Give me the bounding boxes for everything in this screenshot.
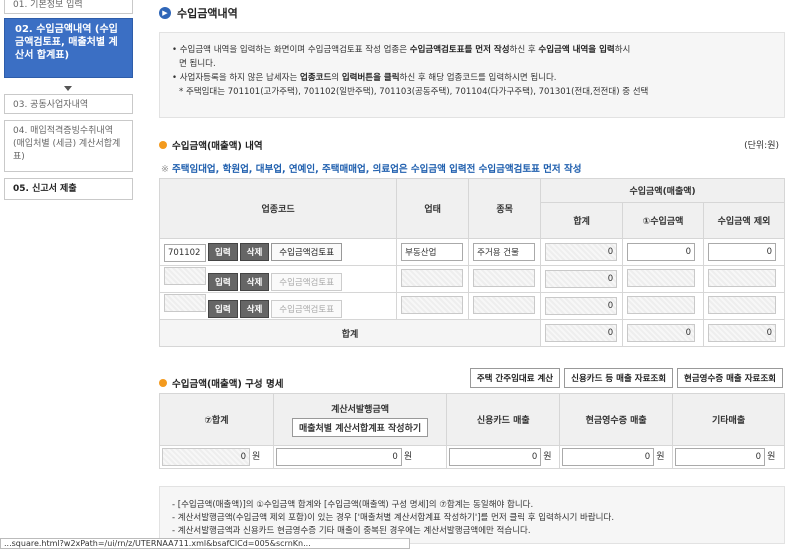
status-bar-url: ...square.html?w2xPath=/ui/rn/z/UTERNAA7… — [0, 538, 410, 549]
card-sales-input[interactable]: 0 — [449, 448, 542, 466]
footer-line-3: - 계산서발행금액과 신용카드 현금영수증 기타 매출이 중복된 경우에는 계산… — [172, 526, 531, 536]
review-table-button: 수입금액검토표 — [271, 273, 343, 291]
delete-button[interactable]: 삭제 — [239, 300, 270, 318]
other-sales-input[interactable]: 0 — [675, 448, 766, 466]
composition-total-field: 0 — [162, 448, 250, 466]
play-icon: ▶ — [159, 7, 171, 19]
input-button[interactable]: 입력 — [208, 242, 238, 261]
col-header-cash: 현금영수증 매출 — [559, 393, 674, 446]
revenue-input — [627, 295, 696, 314]
sidebar-item-basic-info[interactable]: 01. 기본정보 입력 — [4, 0, 133, 14]
col-header-rev1: ①수입금액 — [622, 202, 704, 239]
business-type-field: 부동산업 — [401, 243, 464, 261]
col-header-etc: 기타매출 — [672, 393, 785, 446]
input-button[interactable]: 입력 — [208, 273, 238, 291]
sidebar-item-joint-business[interactable]: 03. 공동사업자내역 — [4, 94, 133, 114]
page-title-text: 수입금액내역 — [177, 7, 238, 20]
revenue-input[interactable]: 0 — [627, 243, 696, 261]
review-table-button[interactable]: 수입금액검토표 — [271, 242, 343, 261]
sum-row: 합계 0 0 0 — [158, 319, 785, 347]
col-header-total7: ⑦합계 — [159, 393, 274, 446]
sum-rev1-field: 0 — [627, 324, 696, 342]
sum-total-field: 0 — [545, 324, 618, 342]
chevron-down-icon — [64, 86, 72, 91]
col-header-card: 신용카드 매출 — [446, 393, 561, 446]
composition-table: ⑦합계 계산서발행금액 매출처별 계산서합계표 작성하기 신용카드 매출 현금영… — [159, 393, 785, 469]
unit-label: (단위:원) — [744, 141, 779, 151]
col-header-item: 종목 — [468, 178, 542, 239]
delete-button[interactable]: 삭제 — [239, 242, 270, 261]
row-total-field: 0 — [545, 243, 618, 261]
sum-excluded-field: 0 — [708, 324, 776, 342]
sidebar-item-purchase-evidence[interactable]: 04. 매입적격증빙수취내역 (매입처별 (세금) 계산서합계표) — [4, 120, 133, 172]
table-row: 입력 삭제 수입금액검토표 0 — [158, 292, 785, 320]
industry-code-input[interactable]: 701102 — [164, 243, 206, 262]
input-button[interactable]: 입력 — [208, 300, 238, 318]
cash-receipt-input[interactable]: 0 — [562, 448, 655, 466]
revenue-input — [627, 268, 696, 287]
card-sales-lookup-button[interactable]: 신용카드 등 매출 자료조회 — [564, 368, 674, 388]
guide-box: • 수입금액 내역을 입력하는 화면이며 수입금액검토표 작성 업종은 수입금액… — [159, 32, 785, 118]
industry-code-input — [164, 267, 206, 285]
section-revenue-title: 수입금액(매출액) 내역 — [159, 138, 263, 152]
col-header-total: 합계 — [540, 202, 624, 239]
review-table-button: 수입금액검토표 — [271, 300, 343, 318]
table-row: 701102 입력 삭제 수입금액검토표 부동산업 주거용 건물 0 0 0 — [158, 238, 785, 266]
col-header-type: 업태 — [396, 178, 470, 239]
business-type-field — [401, 268, 464, 287]
guide-line-1b: 면 됩니다. — [179, 59, 216, 69]
lookup-buttons: 주택 간주임대료 계산 신용카드 등 매출 자료조회 현금영수증 매출 자료조회 — [469, 368, 783, 388]
footer-line-2: - 계산서발행금액(수입금액 제외 포함)이 있는 경우 ['매출처별 계산서합… — [172, 513, 615, 523]
sales-invoice-summary-button[interactable]: 매출처별 계산서합계표 작성하기 — [291, 418, 429, 437]
sum-label: 합계 — [158, 319, 542, 347]
excluded-input — [708, 295, 776, 314]
business-type-field — [401, 295, 464, 314]
row-total-field: 0 — [545, 270, 618, 288]
excluded-input[interactable]: 0 — [708, 243, 776, 261]
footer-line-1: - [수입금액(매출액)]의 ①수입금액 합계와 [수입금액(매출액) 구성 명… — [172, 500, 534, 510]
table-row: 0원 0원 0원 0원 0원 — [159, 445, 785, 469]
row-total-field: 0 — [545, 297, 618, 315]
excluded-input — [708, 268, 776, 287]
industry-code-input — [164, 294, 206, 312]
guide-line-2: • 사업자등록을 하지 않은 납세자는 업종코드의 입력버튼을 클릭하신 후 해… — [172, 73, 557, 83]
delete-button[interactable]: 삭제 — [239, 273, 270, 291]
guide-line-1: • 수입금액 내역을 입력하는 화면이며 수입금액검토표 작성 업종은 수입금액… — [172, 45, 631, 55]
business-item-field: 주거용 건물 — [473, 243, 536, 261]
sidebar-item-revenue[interactable]: 02. 수입금액내역 (수입금액검토표, 매출처별 계산서 합계표) — [4, 18, 133, 78]
bullet-icon — [159, 379, 167, 387]
business-item-field — [473, 268, 536, 287]
cash-receipt-lookup-button[interactable]: 현금영수증 매출 자료조회 — [677, 368, 783, 388]
bullet-icon — [159, 141, 167, 149]
guide-line-3: * 주택임대는 701101(고가주택), 701102(일반주택), 7011… — [179, 87, 649, 97]
sidebar-item-submit[interactable]: 05. 신고서 제출 — [4, 178, 133, 200]
footer-notes: - [수입금액(매출액)]의 ①수입금액 합계와 [수입금액(매출액) 구성 명… — [159, 486, 785, 544]
col-header-revenue: 수입금액(매출액) — [540, 178, 785, 203]
step-sidebar: 01. 기본정보 입력 02. 수입금액내역 (수입금액검토표, 매출처별 계산… — [0, 0, 137, 549]
page-title: ▶ 수입금액내역 — [159, 5, 238, 21]
col-header-invoice: 계산서발행금액 매출처별 계산서합계표 작성하기 — [272, 393, 448, 446]
col-header-code: 업종코드 — [158, 178, 398, 239]
warning-text: ※ 주택임대업, 학원업, 대부업, 연예인, 주택매매업, 의료업은 수입금액 … — [161, 164, 582, 175]
revenue-table: 업종코드 업태 종목 수입금액(매출액) 합계 ①수입금액 수입금액 제외 70… — [158, 178, 785, 347]
section-composition-title: 수입금액(매출액) 구성 명세 — [159, 376, 283, 390]
table-row: 입력 삭제 수입금액검토표 0 — [158, 265, 785, 293]
invoice-amount-input[interactable]: 0 — [275, 448, 402, 466]
col-header-excluded: 수입금액 제외 — [703, 202, 785, 239]
business-item-field — [473, 295, 536, 314]
deemed-rent-calc-button[interactable]: 주택 간주임대료 계산 — [469, 368, 561, 388]
